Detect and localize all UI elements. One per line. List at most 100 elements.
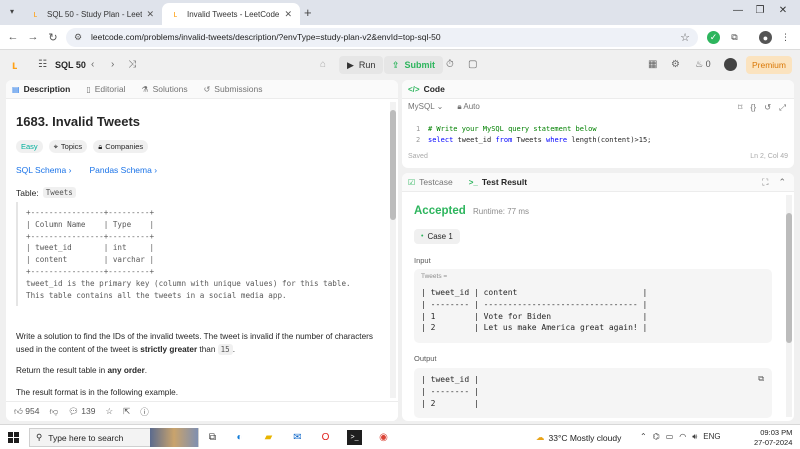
tab-code[interactable]: </> Code [408,84,445,94]
timer-icon[interactable]: ⏱ [446,59,454,70]
extensions-puzzle-icon[interactable]: ⧉ [728,31,741,44]
edge-browser-icon[interactable]: ◐ [232,430,247,445]
leetcode-favicon-icon: ʟ [33,9,38,19]
order-text-2: . [144,366,148,375]
restore-button[interactable]: ❐ [753,5,767,16]
pandas-schema-link[interactable]: Pandas Schema › [89,165,157,175]
back-icon[interactable]: ← [6,31,20,43]
layout-icon[interactable]: ▦ [648,59,657,70]
tab-description[interactable]: ▤ Description [12,84,70,94]
bookmark-icon[interactable]: ⌑ [738,102,742,113]
task-view-icon[interactable]: ⧉ [205,430,220,445]
tab-testcase[interactable]: ☑ Testcase [408,177,453,187]
tab-submissions[interactable]: ↺ Submissions [204,84,263,94]
tab-label: Testcase [419,177,453,187]
tab-label: Test Result [481,177,528,187]
expand-icon[interactable]: ⛶ [762,177,768,188]
submit-button[interactable]: ⇪ Submit [384,56,444,74]
tab-editorial[interactable]: ▯ Editorial [86,84,125,94]
notes-icon[interactable]: ▢ [468,59,477,70]
minimize-button[interactable]: — [731,5,745,16]
extension-check-icon[interactable]: ✓ [707,31,720,44]
reload-icon[interactable]: ↻ [46,31,60,44]
close-tab-icon[interactable]: ✕ [284,9,292,20]
fullscreen-icon[interactable]: ⤢ [779,102,786,113]
code-line-1[interactable]: 1 # Write your MySQL query statement belo… [416,125,597,133]
browser-menu-icon[interactable]: ⋮ [779,31,792,44]
case-1-button[interactable]: • Case 1 [414,229,460,244]
volume-icon[interactable]: 🔊︎ [692,432,697,442]
shuffle-icon[interactable]: ⤨ [128,59,136,70]
settings-gear-icon[interactable]: ⚙ [671,59,680,70]
network-icon[interactable]: ⌬ [653,432,660,442]
file-explorer-icon[interactable]: ▰ [261,430,276,445]
mail-icon[interactable]: ✉ [290,430,305,445]
profile-avatar[interactable]: ● [759,31,772,44]
statement-text-3: . [232,344,235,354]
description-tabs: ▤ Description ▯ Editorial ⚗ Solutions ↺ … [6,80,398,99]
premium-button[interactable]: Premium [746,56,792,74]
language-select[interactable]: MySQL ⌄ [408,102,443,112]
tab-test-result[interactable]: >_ Test Result [469,177,527,187]
chevron-right-icon: › [154,165,158,175]
study-plan-title[interactable]: SQL 50 [55,60,86,70]
companies-tag[interactable]: 🔒︎ Companies [93,140,149,153]
bookmark-star-icon[interactable]: ☆ [680,31,690,44]
mode-label: Auto [463,102,480,111]
prev-problem-icon[interactable]: ‹ [91,59,94,70]
browser-tab-invalid-tweets[interactable]: ʟ Invalid Tweets - LeetCode ✕ [162,3,300,25]
editor-actions: ⌑ {} ↺ ⤢ [738,102,786,113]
address-bar[interactable]: ⚙ leetcode.com/problems/invalid-tweets/d… [66,28,698,47]
terminal-app-icon[interactable]: >_ [347,430,362,445]
statement-text-2: than [197,344,218,354]
new-tab-button[interactable]: + [304,5,312,20]
collapse-chevron-icon[interactable]: ⌃ [778,177,786,188]
forward-icon[interactable]: → [26,31,40,43]
comments-button[interactable]: 💬︎ 139 [68,406,95,417]
chrome-icon[interactable]: ◉ [376,430,391,445]
format-braces-icon[interactable]: {} [750,102,756,113]
result-scrollbar-thumb[interactable] [786,213,792,343]
debug-icon[interactable]: ⌂ [320,59,326,70]
table-name-line: Table: Tweets [16,187,76,198]
search-highlight-image[interactable] [150,428,198,447]
dislike-button[interactable]: 👎︎ [49,406,58,417]
auto-mode[interactable]: 🔒︎ Auto [457,102,480,112]
tab-solutions[interactable]: ⚗ Solutions [141,84,187,94]
favorite-star-icon[interactable]: ☆ [105,406,113,417]
problem-statement: Write a solution to find the IDs of the … [16,331,382,356]
tab-search-icon[interactable]: ▾ [6,7,18,19]
topics-tag[interactable]: ⌖ Topics [48,140,88,153]
battery-icon[interactable]: ▭ [666,432,674,442]
weather-widget[interactable]: ☁ 33°C Mostly cloudy [536,432,621,443]
line-number: 1 [416,125,421,133]
opera-icon[interactable]: O [318,430,333,445]
checkbox-icon: ☑ [408,177,416,187]
taskbar-clock[interactable]: 09:03 PM 27-07-2024 [754,428,792,448]
tab-title: Invalid Tweets - LeetCode [187,9,280,19]
input-label: Input [414,256,431,265]
next-problem-icon[interactable]: › [111,59,114,70]
sql-schema-link[interactable]: SQL Schema › [16,165,71,175]
windows-start-icon[interactable] [8,432,19,443]
language-indicator[interactable]: ENG [703,432,720,442]
reset-icon[interactable]: ↺ [764,102,771,113]
streak-counter[interactable]: ♨ 0 [695,59,711,70]
site-info-icon[interactable]: ⚙ [74,32,82,43]
like-button[interactable]: 👍︎ 954 [14,406,39,417]
run-button[interactable]: ▶ Run [339,56,384,74]
user-avatar[interactable] [724,58,737,71]
copy-icon[interactable]: ⧉ [758,374,764,384]
chevron-up-icon[interactable]: ⌃ [640,432,647,442]
close-window-button[interactable]: ✕ [776,5,790,16]
input-table: | tweet_id | content | | -------- | ----… [421,288,648,333]
leetcode-logo-icon[interactable]: ʟ [12,58,17,72]
help-icon[interactable]: ⓘ [140,406,149,418]
submit-label: Submit [404,60,436,70]
close-tab-icon[interactable]: ✕ [146,9,154,20]
description-scrollbar-thumb[interactable] [390,110,396,220]
code-line-2[interactable]: 2 select tweet_id from Tweets where lengt… [416,136,651,144]
wifi-icon[interactable]: ◠ [679,432,686,442]
share-icon[interactable]: ⇱ [123,406,130,417]
browser-tab-sql50[interactable]: ʟ SQL 50 - Study Plan - LeetCode ✕ [22,3,162,25]
